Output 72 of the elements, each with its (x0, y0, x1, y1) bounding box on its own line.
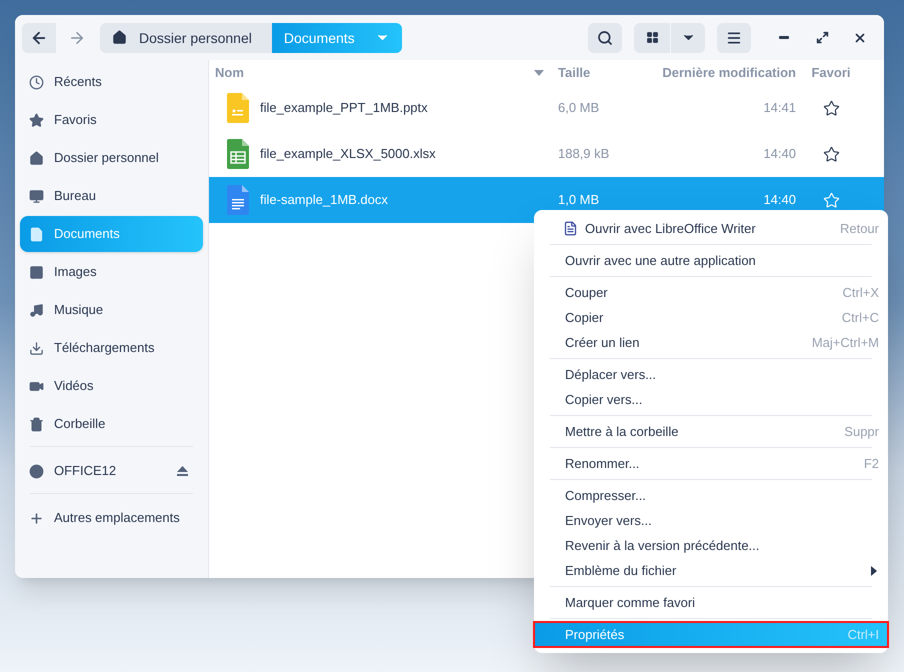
sidebar-item[interactable]: Bureau (20, 178, 203, 214)
document-icon (563, 221, 578, 236)
menu-button[interactable] (717, 22, 751, 52)
disc-icon (29, 464, 44, 478)
menu-icon (726, 30, 742, 46)
sidebar-item[interactable]: Images (20, 254, 203, 290)
document-icon (29, 226, 44, 242)
sidebar-item[interactable]: Autres emplacements (20, 500, 203, 536)
file-icon (227, 185, 249, 215)
view-grid-button[interactable] (634, 22, 670, 52)
grid-icon (646, 31, 658, 44)
sidebar-item[interactable]: Récents (20, 64, 203, 100)
file-size: 6,0 MB (557, 99, 600, 118)
file-name: file_example_XLSX_5000.xlsx (260, 145, 436, 164)
menu-item[interactable]: Mettre à la corbeille Suppr (534, 419, 888, 444)
sidebar-item[interactable]: Dossier personnel (20, 140, 203, 176)
file-row[interactable]: file_example_XLSX_5000.xlsx 188,9 kB 14:40 (209, 131, 884, 177)
menu-item[interactable]: Envoyer vers... (534, 508, 888, 533)
file-icon (227, 139, 249, 169)
clock-icon (29, 74, 44, 90)
plus-icon (29, 510, 44, 526)
search-button[interactable] (588, 22, 622, 52)
view-options-button[interactable] (671, 22, 705, 52)
favorite-star-icon[interactable] (822, 146, 840, 162)
sidebar-item[interactable]: OFFICE12 (20, 453, 203, 489)
path-button[interactable]: Dossier personnel (100, 22, 272, 52)
menu-item[interactable]: Copier vers... (534, 387, 888, 412)
menu-item[interactable]: Créer un lien Maj+Ctrl+M (534, 330, 888, 355)
file-name: file_example_PPT_1MB.pptx (260, 99, 428, 118)
menu-item[interactable]: Emblème du fichier (534, 558, 888, 583)
modified-time: 14:40 (762, 145, 796, 164)
sort-caret-icon[interactable] (534, 70, 544, 76)
sidebar-item[interactable]: Favoris (20, 102, 203, 138)
shortcut-text: Ctrl+C (842, 308, 879, 327)
file-name: file-sample_1MB.docx (260, 191, 388, 210)
home-icon (29, 150, 44, 166)
menu-item[interactable]: Couper Ctrl+X (534, 280, 888, 305)
shortcut-text: Ctrl+X (842, 284, 879, 302)
menu-item[interactable]: Compresser... (534, 483, 888, 508)
menu-item[interactable]: Marquer comme favori (534, 590, 888, 615)
music-note-icon (29, 302, 44, 318)
close-icon (853, 30, 867, 44)
file-size: 1,0 MB (557, 191, 600, 210)
menu-item[interactable]: Ouvrir avec une autre application (534, 248, 888, 273)
menu-item[interactable]: Déplacer vers... (534, 362, 888, 387)
menu-item[interactable]: Renommer... F2 (534, 451, 888, 476)
favorite-star-icon[interactable] (822, 100, 840, 116)
minimize-icon (779, 36, 789, 39)
sidebar-item[interactable]: Téléchargements (20, 330, 203, 366)
home-icon (112, 30, 127, 45)
shortcut-text: Suppr (844, 422, 879, 441)
shortcut-text: Maj+Ctrl+M (812, 334, 879, 352)
search-icon (597, 30, 613, 46)
file-row[interactable]: file_example_PPT_1MB.pptx 6,0 MB 14:41 (209, 85, 884, 131)
shortcut-text: Ctrl+I (848, 626, 879, 644)
menu-item[interactable]: Copier Ctrl+C (534, 305, 888, 330)
download-icon (29, 340, 44, 356)
sidebar-item[interactable]: Vidéos (20, 368, 203, 404)
back-button[interactable] (22, 22, 56, 52)
star-icon (29, 112, 44, 128)
desktop-icon (29, 188, 44, 204)
maximize-icon (816, 31, 828, 44)
sidebar-item[interactable]: Corbeille (20, 406, 203, 442)
file-size: 188,9 kB (557, 145, 610, 164)
modified-time: 14:41 (762, 99, 796, 118)
modified-time: 14:40 (762, 191, 796, 210)
eject-icon[interactable] (177, 466, 188, 476)
file-icon (227, 93, 249, 123)
shortcut-text: F2 (864, 454, 879, 473)
menu-item[interactable]: Revenir à la version précédente... (534, 533, 888, 558)
trash-icon (29, 416, 44, 432)
sidebar-item[interactable]: Musique (20, 292, 203, 328)
